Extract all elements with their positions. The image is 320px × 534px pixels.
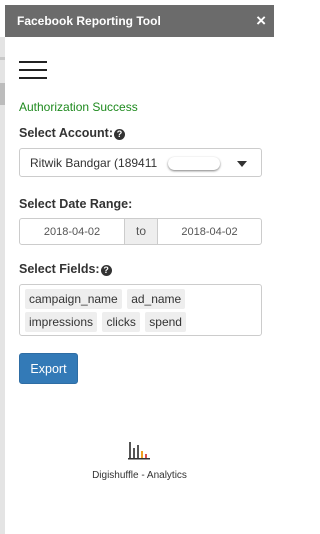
date-to-input[interactable] [157,218,262,245]
sidebar-panel: Authorization Success Select Account:? R… [5,37,274,534]
date-range-picker: to [19,218,262,245]
select-fields-label: Select Fields:? [19,262,112,276]
fields-multiselect[interactable]: campaign_name ad_name impressions clicks… [19,284,262,336]
field-tag[interactable]: impressions [25,312,98,332]
select-date-range-label: Select Date Range: [19,197,133,211]
redaction-mark [168,157,220,170]
field-tag[interactable]: ad_name [127,289,186,309]
select-account-label: Select Account:? [19,126,126,140]
authorization-status: Authorization Success [19,100,138,114]
account-select[interactable]: Ritwik Bandgar (189411) [19,148,262,177]
chevron-down-icon [237,161,247,167]
date-from-input[interactable] [19,218,125,245]
field-tag[interactable]: spend [145,312,186,332]
question-circle-icon[interactable]: ? [114,129,126,140]
hamburger-menu-icon[interactable] [19,61,47,79]
field-tag[interactable]: clicks [102,312,140,332]
date-range-separator: to [124,218,158,245]
close-icon[interactable]: × [256,11,266,31]
window-title: Facebook Reporting Tool [17,14,161,28]
question-circle-icon[interactable]: ? [100,265,112,276]
window-titlebar: Facebook Reporting Tool × [5,5,274,37]
field-tag[interactable]: campaign_name [25,289,122,309]
brand-text: Digishuffle - Analytics [92,470,187,481]
export-button[interactable]: Export [19,353,78,384]
bar-chart-logo-icon [128,442,150,460]
